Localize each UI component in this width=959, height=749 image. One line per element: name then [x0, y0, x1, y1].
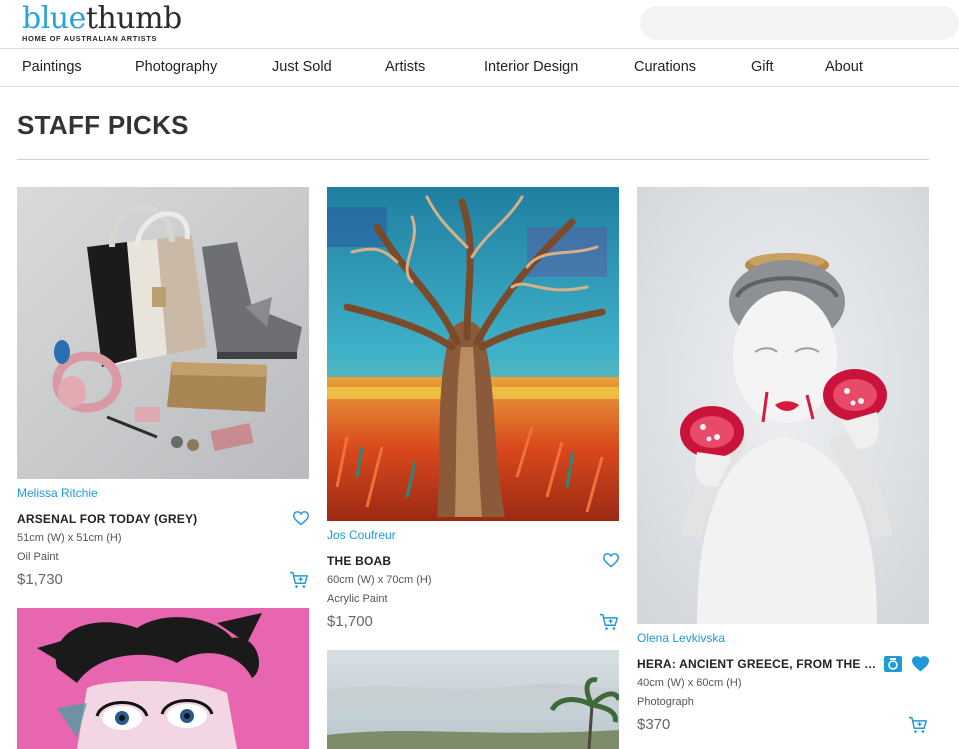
- artist-link[interactable]: Olena Levkivska: [637, 631, 725, 645]
- artwork-medium: Oil Paint: [17, 551, 59, 563]
- artwork-medium: Acrylic Paint: [327, 593, 388, 605]
- artwork-image-coastal-landscape[interactable]: [327, 650, 619, 749]
- nav-item-artists[interactable]: Artists: [385, 59, 425, 75]
- nav-item-photography[interactable]: Photography: [135, 59, 217, 75]
- artwork-title[interactable]: THE BOAB: [327, 554, 587, 568]
- add-to-cart-icon[interactable]: [908, 716, 928, 734]
- artwork-price: $370: [637, 716, 671, 733]
- artwork-dimensions: 60cm (W) x 70cm (H): [327, 574, 432, 586]
- artist-link[interactable]: Jos Coufreur: [327, 528, 396, 542]
- nav-item-about[interactable]: About: [825, 59, 863, 75]
- site-header: bluethumb HOME OF AUSTRALIAN ARTISTS: [0, 0, 959, 48]
- add-to-cart-icon[interactable]: [599, 613, 619, 631]
- page-title: STAFF PICKS: [17, 110, 189, 140]
- artwork-price: $1,730: [17, 571, 63, 588]
- nav-item-paintings[interactable]: Paintings: [22, 59, 82, 75]
- logo-word-blue: blue: [22, 1, 86, 36]
- nav-item-just-sold[interactable]: Just Sold: [272, 59, 332, 75]
- artwork-dimensions: 40cm (W) x 60cm (H): [637, 677, 742, 689]
- logo-word-thumb: thumb: [85, 1, 182, 36]
- heart-outline-icon[interactable]: [292, 510, 310, 526]
- artwork-image-arsenal-for-today[interactable]: [17, 187, 309, 479]
- artist-link[interactable]: Melissa Ritchie: [17, 486, 98, 500]
- still-life-painting: [17, 187, 309, 479]
- camera-icon[interactable]: [884, 656, 902, 672]
- title-divider: [17, 159, 929, 160]
- portrait-painting: [17, 608, 309, 749]
- add-to-cart-icon[interactable]: [289, 571, 309, 589]
- artwork-dimensions: 51cm (W) x 51cm (H): [17, 532, 122, 544]
- nav-item-gift[interactable]: Gift: [751, 59, 774, 75]
- artwork-title[interactable]: ARSENAL FOR TODAY (GREY): [17, 512, 277, 526]
- main-nav: Paintings Photography Just Sold Artists …: [0, 48, 959, 87]
- nav-item-curations[interactable]: Curations: [634, 59, 696, 75]
- artwork-image-hera-ancient-greece[interactable]: [637, 187, 929, 624]
- header-search-bar[interactable]: [640, 6, 959, 40]
- heart-outline-icon[interactable]: [602, 552, 620, 568]
- nav-item-interior-design[interactable]: Interior Design: [484, 59, 578, 75]
- boab-tree-painting: [327, 187, 619, 521]
- logo-wordmark: bluethumb: [22, 4, 182, 34]
- artwork-medium: Photograph: [637, 696, 694, 708]
- landscape-painting: [327, 650, 619, 749]
- artwork-price: $1,700: [327, 613, 373, 630]
- bluethumb-logo[interactable]: bluethumb HOME OF AUSTRALIAN ARTISTS: [22, 4, 182, 44]
- heart-filled-icon[interactable]: [911, 655, 930, 672]
- artwork-image-pink-portrait[interactable]: [17, 608, 309, 749]
- artwork-title[interactable]: HERA: ANCIENT GREECE, FROM THE MUS...: [637, 657, 881, 671]
- artwork-image-the-boab[interactable]: [327, 187, 619, 521]
- portrait-photograph: [637, 187, 929, 624]
